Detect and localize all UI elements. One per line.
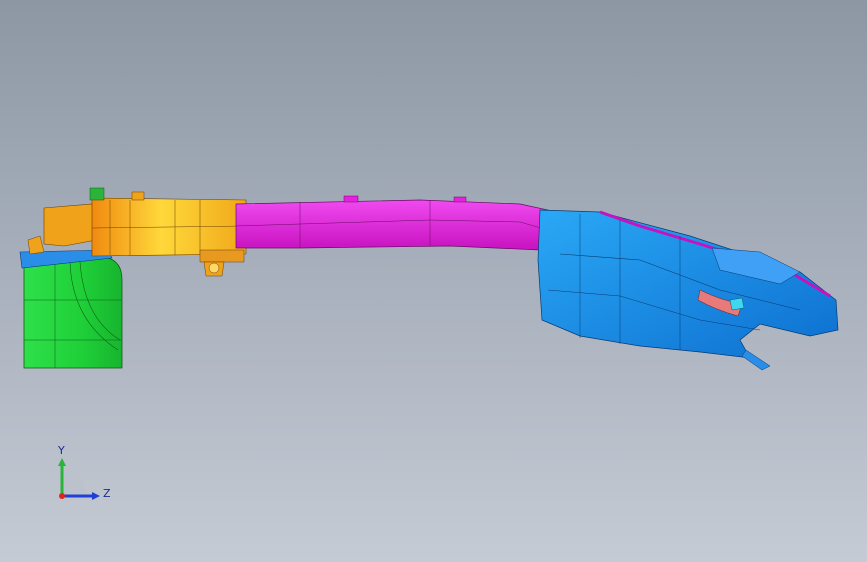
3d-viewport[interactable]: Y Z	[0, 0, 867, 562]
axis-triad	[44, 440, 124, 512]
cad-model[interactable]	[0, 0, 867, 562]
y-axis-label: Y	[58, 444, 65, 457]
z-axis-label: Z	[103, 487, 111, 500]
triad-icon	[58, 458, 100, 500]
magenta-beam-part[interactable]	[235, 195, 561, 251]
green-block-part[interactable]	[23, 257, 123, 369]
blue-assembly-part[interactable]	[537, 209, 839, 371]
